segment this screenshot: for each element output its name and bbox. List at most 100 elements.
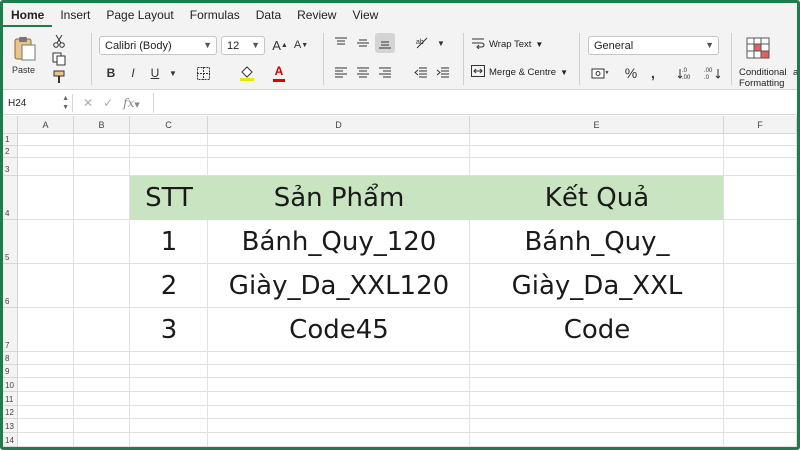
underline-chevron-icon[interactable]: ▼ (163, 63, 183, 83)
tab-formulas[interactable]: Formulas (182, 3, 248, 27)
align-bottom-icon[interactable] (375, 33, 395, 53)
cell-stt[interactable]: 2 (130, 264, 208, 308)
increase-font-icon[interactable]: A ▲ (270, 35, 290, 55)
grid-cell[interactable] (470, 378, 724, 392)
font-name-select[interactable]: Calibri (Body) ▼ (99, 36, 217, 55)
grid-cell[interactable] (724, 378, 797, 392)
grid-cell[interactable] (74, 352, 130, 365)
fill-color-icon[interactable] (237, 63, 257, 83)
grid-cell[interactable] (130, 146, 208, 158)
grid-cell[interactable] (74, 134, 130, 146)
row-header-11[interactable]: 11 (3, 392, 18, 406)
font-size-select[interactable]: 12 ▼ (221, 36, 265, 55)
cell-san-pham[interactable]: Bánh_Quy_120 (208, 220, 470, 264)
tab-data[interactable]: Data (248, 3, 289, 27)
grid-cell[interactable] (18, 134, 74, 146)
grid-cell[interactable] (470, 406, 724, 419)
grid-cell[interactable] (470, 392, 724, 406)
grid-cell[interactable] (724, 146, 797, 158)
grid-cell[interactable] (74, 406, 130, 419)
grid-cell[interactable] (18, 308, 74, 352)
grid-cell[interactable] (208, 365, 470, 378)
underline-button[interactable]: U (145, 63, 165, 83)
align-top-icon[interactable] (331, 33, 351, 53)
grid-cell[interactable] (724, 308, 797, 352)
row-header-1[interactable]: 1 (3, 134, 18, 146)
orientation-chevron-icon[interactable]: ▼ (431, 33, 451, 53)
row-header-5[interactable]: 5 (3, 220, 18, 264)
grid-cell[interactable] (18, 406, 74, 419)
grid-cell[interactable] (130, 433, 208, 447)
grid-cell[interactable] (130, 419, 208, 433)
grid-cell[interactable] (130, 365, 208, 378)
cell-ket-qua[interactable]: Bánh_Quy_ (470, 220, 724, 264)
decrease-decimal-icon[interactable]: .00.0 (701, 63, 721, 83)
grid-cell[interactable] (208, 392, 470, 406)
tab-view[interactable]: View (344, 3, 386, 27)
grid-cell[interactable] (208, 433, 470, 447)
header-stt[interactable]: STT (130, 176, 208, 220)
grid-cell[interactable] (74, 392, 130, 406)
paste-icon[interactable] (13, 35, 37, 63)
grid-cell[interactable] (724, 134, 797, 146)
row-header-6[interactable]: 6 (3, 264, 18, 308)
comma-style-icon[interactable]: , (643, 63, 663, 83)
grid-cell[interactable] (724, 220, 797, 264)
column-header-b[interactable]: B (74, 116, 130, 134)
row-header-4[interactable]: 4 (3, 176, 18, 220)
grid-cell[interactable] (208, 146, 470, 158)
tab-review[interactable]: Review (289, 3, 344, 27)
wrap-text-button[interactable]: Wrap Text ▼ (471, 37, 543, 52)
grid-cell[interactable] (74, 220, 130, 264)
grid-cell[interactable] (74, 176, 130, 220)
grid-cell[interactable] (18, 158, 74, 176)
grid-cell[interactable] (130, 352, 208, 365)
grid-cell[interactable] (724, 419, 797, 433)
align-right-icon[interactable] (375, 63, 395, 83)
grid-cell[interactable] (130, 158, 208, 176)
italic-button[interactable]: I (123, 63, 143, 83)
conditional-formatting-icon[interactable] (745, 35, 771, 61)
decrease-font-icon[interactable]: A ▼ (291, 35, 311, 55)
align-center-icon[interactable] (353, 63, 373, 83)
column-header-d[interactable]: D (208, 116, 470, 134)
column-header-c[interactable]: C (130, 116, 208, 134)
grid-cell[interactable] (724, 176, 797, 220)
percent-icon[interactable]: % (621, 63, 641, 83)
enter-icon[interactable]: ✓ (103, 96, 113, 110)
cell-stt[interactable]: 3 (130, 308, 208, 352)
grid-cell[interactable] (208, 419, 470, 433)
worksheet-grid[interactable]: A B C D E F 1 2 3 4 5 6 7 8 9 10 11 12 1… (3, 116, 797, 447)
cell-ket-qua[interactable]: Code (470, 308, 724, 352)
column-header-e[interactable]: E (470, 116, 724, 134)
grid-cell[interactable] (74, 264, 130, 308)
font-color-icon[interactable]: A (269, 61, 289, 81)
grid-cell[interactable] (18, 220, 74, 264)
grid-cell[interactable] (130, 134, 208, 146)
tab-insert[interactable]: Insert (52, 3, 98, 27)
row-header-13[interactable]: 13 (3, 419, 18, 433)
borders-icon[interactable] (193, 63, 213, 83)
header-san-pham[interactable]: Sản Phẩm (208, 176, 470, 220)
grid-cell[interactable] (470, 419, 724, 433)
grid-cell[interactable] (724, 433, 797, 447)
grid-cell[interactable] (74, 146, 130, 158)
grid-cell[interactable] (130, 392, 208, 406)
header-ket-qua[interactable]: Kết Quả (470, 176, 724, 220)
grid-cell[interactable] (18, 392, 74, 406)
cell-san-pham[interactable]: Giày_Da_XXL120 (208, 264, 470, 308)
copy-icon[interactable] (49, 49, 69, 69)
cut-icon[interactable] (49, 31, 69, 51)
row-header-8[interactable]: 8 (3, 352, 18, 365)
cell-stt[interactable]: 1 (130, 220, 208, 264)
grid-cell[interactable] (18, 365, 74, 378)
merge-centre-button[interactable]: Merge & Centre ▼ (471, 65, 568, 80)
grid-cell[interactable] (470, 433, 724, 447)
row-header-2[interactable]: 2 (3, 146, 18, 158)
row-header-7[interactable]: 7 (3, 308, 18, 352)
grid-cell[interactable] (724, 352, 797, 365)
formula-input[interactable] (153, 93, 797, 113)
grid-cell[interactable] (724, 158, 797, 176)
grid-cell[interactable] (18, 352, 74, 365)
bold-button[interactable]: B (101, 63, 121, 83)
